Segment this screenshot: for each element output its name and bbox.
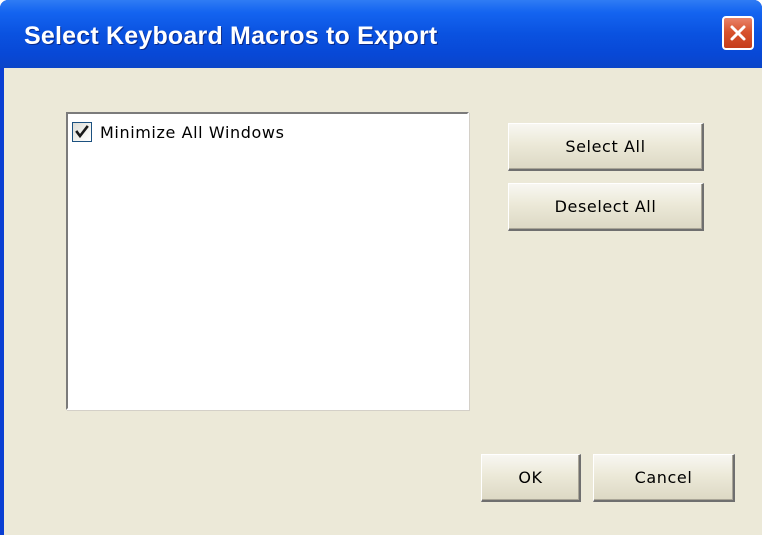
close-button[interactable] [722,16,754,50]
ok-button[interactable]: OK [481,454,581,502]
macro-label: Minimize All Windows [100,122,285,142]
macro-checkbox[interactable] [72,122,92,142]
select-all-button[interactable]: Select All [508,123,704,171]
deselect-all-button[interactable]: Deselect All [508,183,704,231]
title-bar[interactable]: Select Keyboard Macros to Export [0,0,762,68]
export-macros-dialog: Select Keyboard Macros to Export Minimiz… [0,0,762,535]
macro-list[interactable]: Minimize All Windows [66,112,469,410]
dialog-body: Minimize All Windows Select All Deselect… [4,68,762,535]
cancel-button[interactable]: Cancel [593,454,735,502]
close-icon [730,25,746,41]
list-item[interactable]: Minimize All Windows [72,120,285,144]
dialog-title: Select Keyboard Macros to Export [24,22,438,50]
checkmark-icon [75,125,89,139]
